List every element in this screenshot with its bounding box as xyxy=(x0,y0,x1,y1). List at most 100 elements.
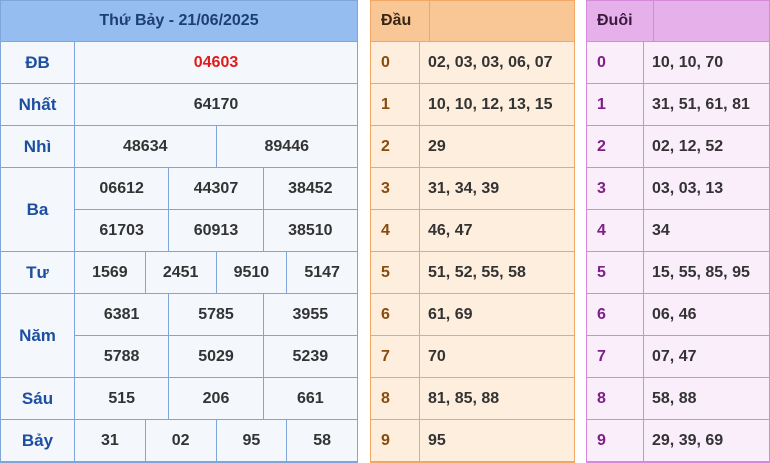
dau-row: 0 02, 03, 03, 06, 07 xyxy=(371,42,574,83)
prize-number: 5239 xyxy=(263,336,357,377)
duoi-digit: 3 xyxy=(587,168,643,209)
duoi-row: 2 02, 12, 52 xyxy=(587,126,769,167)
duoi-numbers: 06, 46 xyxy=(644,294,769,335)
duoi-numbers: 29, 39, 69 xyxy=(644,420,769,461)
duoi-row: 5 15, 55, 85, 95 xyxy=(587,252,769,293)
dau-digit: 7 xyxy=(371,336,419,377)
prize-number: 661 xyxy=(263,378,357,419)
dau-numbers: 31, 34, 39 xyxy=(420,168,574,209)
dau-numbers: 02, 03, 03, 06, 07 xyxy=(420,42,574,83)
prize-number: 206 xyxy=(169,378,263,419)
prize-number: 95 xyxy=(216,420,287,461)
prize-label: Tư xyxy=(1,252,74,293)
prize-number: 38510 xyxy=(263,210,357,251)
dau-digit: 5 xyxy=(371,252,419,293)
prize-number: 6381 xyxy=(75,294,169,335)
dau-row: 3 31, 34, 39 xyxy=(371,168,574,209)
duoi-digit: 6 xyxy=(587,294,643,335)
lottery-results-table: Thứ Bảy - 21/06/2025 ĐB 04603 Nhất 64170 Nhì… xyxy=(0,0,358,463)
prize-label: ĐB xyxy=(1,42,74,83)
dau-numbers: 95 xyxy=(420,420,574,461)
special-prize-number: 04603 xyxy=(75,42,357,83)
duoi-row: 4 34 xyxy=(587,210,769,251)
dau-digit: 0 xyxy=(371,42,419,83)
dau-numbers: 51, 52, 55, 58 xyxy=(420,252,574,293)
duoi-row: 8 58, 88 xyxy=(587,378,769,419)
prize-number: 515 xyxy=(75,378,169,419)
duoi-row: 9 29, 39, 69 xyxy=(587,420,769,461)
prize-number: 02 xyxy=(145,420,216,461)
dau-row: 4 46, 47 xyxy=(371,210,574,251)
duoi-numbers: 02, 12, 52 xyxy=(644,126,769,167)
prize-number: 31 xyxy=(75,420,145,461)
duoi-table: Đuôi 0 10, 10, 70 1 31, 51, 61, 81 2 02, 12, … xyxy=(586,0,770,463)
prize-number: 44307 xyxy=(169,168,263,209)
duoi-header: Đuôi xyxy=(587,1,769,41)
duoi-row: 7 07, 47 xyxy=(587,336,769,377)
duoi-digit: 2 xyxy=(587,126,643,167)
dau-table: Đầu 0 02, 03, 03, 06, 07 1 10, 10, 12, 13, … xyxy=(370,0,575,463)
dau-row: 7 70 xyxy=(371,336,574,377)
duoi-digit: 8 xyxy=(587,378,643,419)
duoi-numbers: 07, 47 xyxy=(644,336,769,377)
dau-header: Đầu xyxy=(371,1,574,41)
duoi-row: 3 03, 03, 13 xyxy=(587,168,769,209)
prize-number: 61703 xyxy=(75,210,169,251)
prize-number: 5785 xyxy=(169,294,263,335)
prize-number: 2451 xyxy=(145,252,216,293)
prize-label: Năm xyxy=(1,294,74,377)
duoi-digit: 9 xyxy=(587,420,643,461)
prize-label: Bảy xyxy=(1,420,74,461)
dau-numbers: 46, 47 xyxy=(420,210,574,251)
prize-number: 58 xyxy=(287,420,357,461)
prize-number: 06612 xyxy=(75,168,169,209)
duoi-row: 0 10, 10, 70 xyxy=(587,42,769,83)
dau-numbers: 10, 10, 12, 13, 15 xyxy=(420,84,574,125)
prize-number: 38452 xyxy=(263,168,357,209)
prize-number: 1569 xyxy=(75,252,145,293)
dau-row: 6 61, 69 xyxy=(371,294,574,335)
dau-digit: 3 xyxy=(371,168,419,209)
dau-row: 2 29 xyxy=(371,126,574,167)
duoi-numbers: 34 xyxy=(644,210,769,251)
results-date-title: Thứ Bảy - 21/06/2025 xyxy=(1,1,357,41)
dau-numbers: 70 xyxy=(420,336,574,377)
duoi-numbers: 15, 55, 85, 95 xyxy=(644,252,769,293)
duoi-row: 1 31, 51, 61, 81 xyxy=(587,84,769,125)
prize-label: Sáu xyxy=(1,378,74,419)
duoi-digit: 7 xyxy=(587,336,643,377)
dau-digit: 6 xyxy=(371,294,419,335)
duoi-digit: 4 xyxy=(587,210,643,251)
prize-number: 3955 xyxy=(263,294,357,335)
duoi-numbers: 03, 03, 13 xyxy=(644,168,769,209)
duoi-digit: 1 xyxy=(587,84,643,125)
duoi-numbers: 58, 88 xyxy=(644,378,769,419)
prize-number: 60913 xyxy=(169,210,263,251)
dau-row: 8 81, 85, 88 xyxy=(371,378,574,419)
prize-number: 5147 xyxy=(287,252,357,293)
dau-title: Đầu xyxy=(371,1,430,41)
dau-row: 9 95 xyxy=(371,420,574,461)
dau-digit: 2 xyxy=(371,126,419,167)
dau-numbers: 61, 69 xyxy=(420,294,574,335)
prize-label: Nhất xyxy=(1,84,74,125)
prize-number: 5029 xyxy=(169,336,263,377)
duoi-digit: 5 xyxy=(587,252,643,293)
prize-number: 64170 xyxy=(75,84,357,125)
prize-number: 9510 xyxy=(216,252,287,293)
prize-number: 89446 xyxy=(216,126,357,167)
duoi-row: 6 06, 46 xyxy=(587,294,769,335)
dau-digit: 4 xyxy=(371,210,419,251)
prize-label: Ba xyxy=(1,168,74,251)
dau-digit: 9 xyxy=(371,420,419,461)
dau-digit: 8 xyxy=(371,378,419,419)
prize-number: 48634 xyxy=(75,126,216,167)
prize-label: Nhì xyxy=(1,126,74,167)
prize-number: 5788 xyxy=(75,336,169,377)
dau-digit: 1 xyxy=(371,84,419,125)
dau-numbers: 29 xyxy=(420,126,574,167)
dau-numbers: 81, 85, 88 xyxy=(420,378,574,419)
duoi-digit: 0 xyxy=(587,42,643,83)
dau-row: 1 10, 10, 12, 13, 15 xyxy=(371,84,574,125)
dau-row: 5 51, 52, 55, 58 xyxy=(371,252,574,293)
